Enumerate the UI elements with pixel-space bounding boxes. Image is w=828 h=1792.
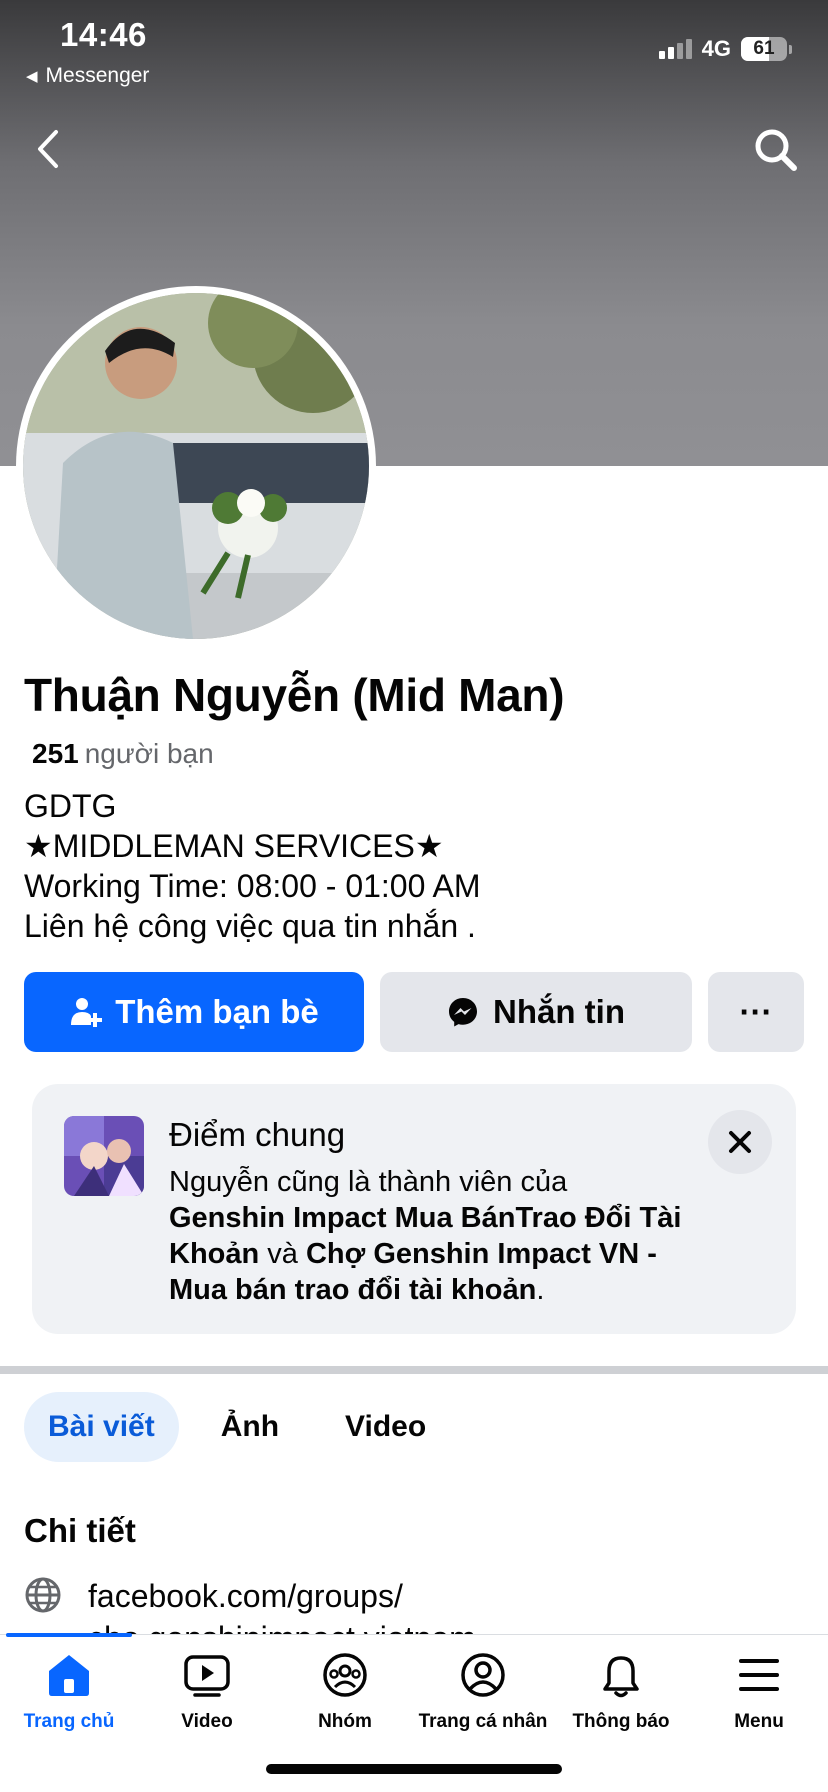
message-label: Nhắn tin bbox=[493, 993, 625, 1030]
menu-icon bbox=[739, 1659, 779, 1691]
profile-icon bbox=[461, 1653, 505, 1697]
profile-bio: GDTG ★MIDDLEMAN SERVICES★ Working Time: … bbox=[24, 786, 481, 946]
nav-groups[interactable]: Nhóm bbox=[276, 1649, 414, 1733]
home-indicator bbox=[266, 1764, 562, 1774]
card-end: . bbox=[536, 1274, 545, 1306]
add-friend-icon bbox=[71, 998, 103, 1027]
nav-notifications[interactable]: Thông báo bbox=[552, 1649, 690, 1733]
network-type: 4G bbox=[701, 36, 731, 61]
friends-label: người bạn bbox=[84, 738, 214, 769]
groups-icon bbox=[323, 1653, 367, 1697]
search-icon bbox=[755, 129, 797, 171]
bio-line: Liên hệ công việc qua tin nhắn . bbox=[24, 908, 476, 944]
nav-label: Trang chủ bbox=[23, 1711, 115, 1732]
nav-menu[interactable]: Menu bbox=[690, 1649, 828, 1733]
detail-link-row[interactable]: facebook.com/groups/ cho.genshinimpact.v… bbox=[24, 1576, 476, 1656]
add-friend-button[interactable]: Thêm bạn bè bbox=[24, 972, 364, 1052]
nav-home[interactable]: Trang chủ bbox=[0, 1649, 138, 1733]
card-connector: và bbox=[267, 1238, 298, 1270]
nav-video[interactable]: Video bbox=[138, 1649, 276, 1733]
active-tab-indicator bbox=[6, 1633, 132, 1637]
tab-posts[interactable]: Bài viết bbox=[24, 1392, 179, 1462]
battery-icon: 61 bbox=[741, 37, 792, 61]
tab-videos[interactable]: Video bbox=[321, 1392, 450, 1462]
nav-label: Nhóm bbox=[318, 1711, 372, 1732]
profile-avatar[interactable] bbox=[16, 286, 376, 646]
home-icon bbox=[49, 1655, 89, 1696]
message-button[interactable]: Nhắn tin bbox=[380, 972, 692, 1052]
status-bar: 14:46 ◀ Messenger 4G 61 bbox=[0, 0, 828, 100]
profile-tabs: Bài viết Ảnh Video bbox=[24, 1392, 468, 1462]
details-heading: Chi tiết bbox=[24, 1512, 136, 1549]
bio-line: GDTG bbox=[24, 788, 117, 824]
status-time: 14:46 bbox=[60, 16, 147, 53]
messenger-icon bbox=[449, 998, 477, 1027]
card-title: Điểm chung bbox=[169, 1116, 346, 1153]
profile-name: Thuận Nguyễn (Mid Man) bbox=[24, 669, 565, 721]
bio-line: ★MIDDLEMAN SERVICES★ bbox=[24, 828, 444, 864]
status-indicators: 4G 61 bbox=[658, 36, 792, 62]
group-thumbnail bbox=[64, 1116, 144, 1196]
search-button[interactable] bbox=[752, 124, 800, 174]
detail-link[interactable]: facebook.com/groups/ bbox=[88, 1576, 403, 1616]
back-app-label: Messenger bbox=[45, 64, 150, 87]
nav-label: Thông báo bbox=[572, 1711, 670, 1732]
nav-label: Trang cá nhân bbox=[418, 1711, 548, 1732]
section-divider bbox=[0, 1366, 828, 1374]
more-options-button[interactable]: ··· bbox=[708, 972, 804, 1052]
add-friend-label: Thêm bạn bè bbox=[115, 993, 319, 1030]
mutual-groups-card: Điểm chung Nguyễn cũng là thành viên của… bbox=[32, 1084, 796, 1334]
back-button[interactable] bbox=[28, 124, 68, 174]
video-icon bbox=[184, 1655, 230, 1697]
tab-photos[interactable]: Ảnh bbox=[197, 1392, 303, 1462]
back-triangle-icon: ◀ bbox=[26, 68, 38, 85]
signal-icon bbox=[658, 39, 692, 59]
avatar-photo bbox=[23, 293, 369, 639]
bio-line: Working Time: 08:00 - 01:00 AM bbox=[24, 868, 481, 904]
friends-number: 251 bbox=[32, 738, 79, 769]
more-icon: ··· bbox=[739, 993, 773, 1030]
nav-label: Video bbox=[181, 1711, 233, 1732]
back-to-app-link[interactable]: ◀ Messenger bbox=[26, 64, 149, 88]
card-text: Nguyễn cũng là thành viên của Genshin Im… bbox=[169, 1164, 689, 1308]
globe-icon bbox=[25, 1577, 61, 1613]
dismiss-card-button[interactable] bbox=[708, 1110, 772, 1174]
chevron-left-icon bbox=[38, 130, 58, 168]
bell-icon bbox=[603, 1656, 639, 1698]
close-icon bbox=[729, 1131, 751, 1153]
friends-count[interactable]: 251 người bạn bbox=[32, 738, 214, 770]
nav-profile[interactable]: Trang cá nhân bbox=[414, 1649, 552, 1733]
card-intro: Nguyễn cũng là thành viên của bbox=[169, 1166, 568, 1198]
nav-label: Menu bbox=[734, 1711, 784, 1732]
battery-level: 61 bbox=[753, 38, 775, 59]
